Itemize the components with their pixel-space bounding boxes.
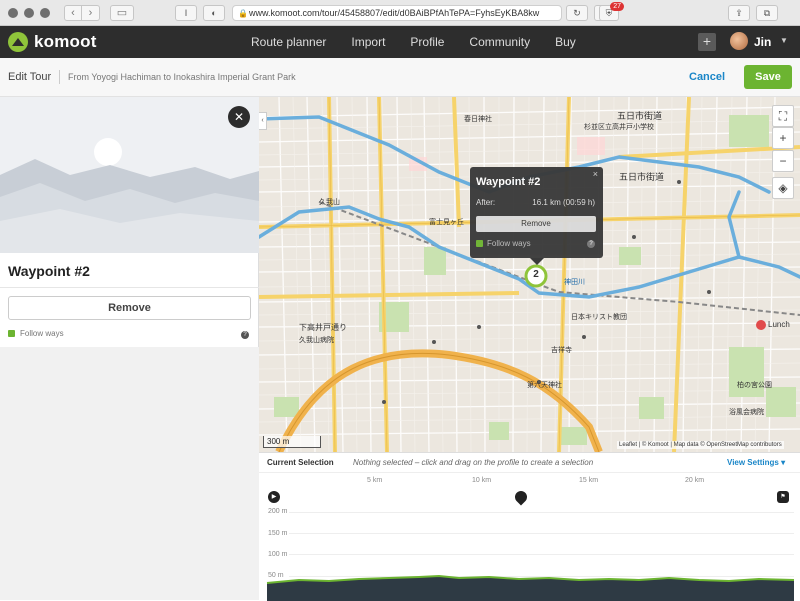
map-attribution[interactable]: Leaflet | © Komoot | Map data © OpenStre… [617, 441, 784, 449]
layers-icon[interactable]: ◈ [772, 177, 794, 199]
ublock-extension-icon[interactable]: ⛨ 27 [599, 2, 624, 21]
close-window-button[interactable] [8, 7, 18, 18]
privacy-icon[interactable]: ◐ [203, 5, 225, 21]
popup-follow-ways-label: Follow ways [487, 239, 531, 248]
panel-empty-area [0, 347, 259, 600]
map-label: 五日市街道 [619, 172, 665, 182]
reader-button[interactable]: I [175, 5, 197, 21]
history-nav: ‹ › [64, 4, 100, 21]
logo-text: komoot [34, 32, 97, 51]
zoom-in-button[interactable]: + [772, 127, 794, 149]
map-label: 久我山病院 [299, 337, 334, 344]
username[interactable]: Jin [754, 35, 771, 49]
window-controls [8, 7, 50, 18]
edit-tour-bar: Edit Tour From Yoyogi Hachiman to Inokas… [0, 58, 800, 97]
lock-icon: 🔒 [238, 9, 248, 18]
map-label: 神田川 [564, 279, 585, 286]
map-label: 富士見ヶ丘 [429, 219, 464, 226]
map-label: 第六天神社 [527, 382, 562, 389]
map-label: 吉祥寺 [551, 347, 572, 354]
popup-remove-button[interactable]: Remove [476, 216, 596, 232]
popup-after-label: After: [476, 198, 496, 207]
popup-help-icon[interactable]: ? [587, 240, 595, 248]
close-icon[interactable]: ✕ [228, 106, 250, 128]
help-icon[interactable]: ? [241, 331, 249, 339]
popup-pointer [530, 258, 544, 265]
popup-title: Waypoint #2 [476, 176, 541, 188]
waypoint-title: Waypoint #2 [8, 263, 90, 279]
map-label: 久我山 [319, 199, 340, 206]
remove-waypoint-button[interactable]: Remove [8, 296, 251, 320]
lunch-label[interactable]: Lunch [768, 320, 790, 329]
share-icon[interactable]: ⇪ [728, 5, 750, 21]
nav-buy[interactable]: Buy [555, 35, 576, 49]
map-label: 浴風会病院 [729, 409, 764, 416]
site-header: komoot Route planner Import Profile Comm… [0, 26, 800, 58]
fullscreen-icon[interactable]: ⛶ [772, 105, 794, 127]
elevation-area [266, 574, 795, 601]
waypoint-placeholder-image [0, 97, 259, 253]
follow-ways-checkbox[interactable] [8, 330, 15, 337]
maximize-window-button[interactable] [40, 7, 50, 18]
map-label: 杉並区立高井戸小学校 [584, 124, 654, 131]
map-scale: 300 m [263, 436, 321, 448]
popup-close-icon[interactable]: × [593, 169, 598, 179]
waypoint-popup: Waypoint #2 × After: 16.1 km (00:59 h) R… [470, 167, 603, 258]
elevation-profile[interactable]: Current Selection Nothing selected – cli… [259, 452, 800, 601]
create-plus-button[interactable]: + [698, 33, 716, 51]
nav-import[interactable]: Import [351, 35, 385, 49]
collapse-panel-icon[interactable]: ‹ [259, 112, 267, 130]
forward-button[interactable]: › [82, 4, 100, 21]
extension-badge: 27 [610, 2, 624, 11]
map-label: 五日市街道 [617, 111, 663, 121]
popup-follow-ways-checkbox[interactable] [476, 240, 483, 247]
nav-profile[interactable]: Profile [410, 35, 444, 49]
tour-name: From Yoyogi Hachiman to Inokashira Imper… [68, 72, 296, 82]
nav-community[interactable]: Community [469, 35, 530, 49]
map-label: 春日神社 [464, 116, 492, 123]
address-bar[interactable]: 🔒 www.komoot.com/tour/45458807/edit/d0BA… [232, 5, 562, 21]
sidebar-toggle-icon[interactable]: ▭ [110, 4, 134, 21]
tabs-icon[interactable]: ⧉ [756, 5, 778, 21]
zoom-out-button[interactable]: − [772, 150, 794, 172]
back-button[interactable]: ‹ [64, 4, 82, 21]
nav-route-planner[interactable]: Route planner [251, 35, 326, 49]
main-menu: Route planner Import Profile Community B… [251, 26, 601, 58]
minimize-window-button[interactable] [24, 7, 34, 18]
cancel-button[interactable]: Cancel [689, 71, 725, 83]
map-view[interactable]: 五日市街道 五日市街道 下高井戸通り 久我山病院 春日神社 杉並区立高井戸小学校… [259, 97, 800, 452]
edit-tour-title: Edit Tour [8, 71, 52, 83]
komoot-logo[interactable]: komoot [8, 32, 97, 52]
title-divider [59, 70, 60, 84]
divider [0, 287, 259, 288]
url-text: www.komoot.com/tour/45458807/edit/d0BAiB… [249, 8, 540, 18]
reload-icon[interactable]: ↻ [566, 5, 588, 21]
chevron-down-icon[interactable]: ▼ [780, 36, 788, 45]
waypoint-panel: ✕ Waypoint #2 Remove Follow ways ? [0, 97, 259, 600]
map-label: 下高井戸通り [299, 323, 347, 332]
avatar[interactable] [730, 32, 748, 50]
waypoint-number[interactable]: 2 [530, 269, 542, 280]
map-label: 柏の宮公園 [737, 382, 772, 389]
popup-distance: 16.1 km (00:59 h) [532, 198, 595, 207]
follow-ways-label: Follow ways [20, 329, 64, 338]
save-button[interactable]: Save [744, 65, 792, 89]
komoot-logo-icon [8, 32, 28, 52]
map-label: 日本キリスト教団 [571, 314, 627, 321]
